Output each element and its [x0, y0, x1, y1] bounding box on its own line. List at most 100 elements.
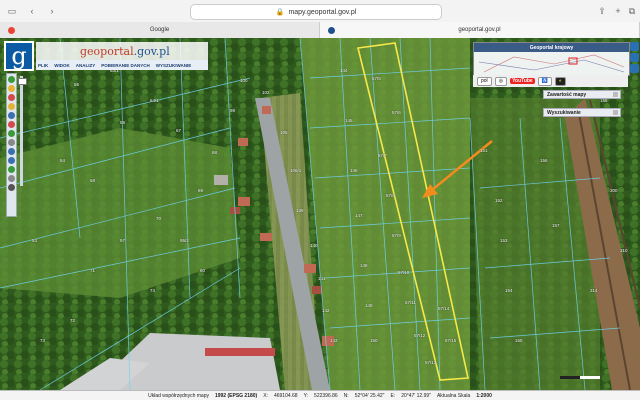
parcel-number: 57/7	[378, 153, 387, 158]
tab-bar: Google geoportal.gov.pl	[0, 22, 640, 39]
parcel-number: 148	[360, 263, 368, 268]
latitude: 52°04' 25.42"	[354, 393, 385, 399]
language-select[interactable]: pol	[477, 76, 492, 86]
zoom-slider[interactable]	[18, 76, 27, 186]
accessibility-icon[interactable]: ♿	[537, 76, 552, 86]
overview-thumbnail	[474, 52, 629, 75]
forward-icon[interactable]: ›	[44, 3, 60, 19]
overview-map[interactable]: Geoportal krajowy	[473, 42, 630, 76]
parcel-number: 106/1	[290, 168, 302, 173]
social-icon[interactable]: ◎	[494, 76, 508, 86]
building	[214, 175, 228, 185]
zoom-slider-knob[interactable]	[18, 78, 27, 85]
parcel-number: 57/8	[386, 193, 395, 198]
parcel-number: 72	[70, 318, 76, 323]
search-icon[interactable]	[629, 53, 639, 62]
panel-toggle-icon[interactable]	[613, 110, 618, 115]
crs-value: 1992 (EPSG 2180)	[214, 393, 258, 399]
parcel-number: 155	[515, 338, 523, 343]
browser-toolbar: ▭ ‹ › 🔒 mapy.geoportal.gov.pl ⇪ + ⧉	[0, 0, 640, 23]
building	[262, 106, 271, 114]
share-map-icon[interactable]	[8, 175, 15, 182]
measure-icon[interactable]	[8, 94, 15, 101]
menu-item-widok[interactable]: WIDOK	[54, 63, 70, 68]
parcel-number: 150	[370, 338, 378, 343]
panel-layers[interactable]: Zawartość mapy	[543, 90, 621, 99]
parcel-number: 156	[540, 158, 548, 163]
parcel-number: 154	[505, 288, 513, 293]
parcel-number: 105	[280, 130, 288, 135]
marker-icon[interactable]	[8, 121, 15, 128]
menu-item-wyszukiwanie[interactable]: WYSZUKIWANIE	[156, 63, 192, 68]
zoom-in-icon[interactable]	[8, 148, 15, 155]
menu-item-analizy[interactable]: ANALIZY	[76, 63, 96, 68]
parcel-number: 139	[296, 208, 304, 213]
parcel-number: 57/14	[438, 306, 450, 311]
menu-item-plik[interactable]: PLIK	[38, 63, 48, 68]
menu-item-pobieranie-danych[interactable]: POBIERANIE DANYCH	[101, 63, 150, 68]
parcel-number: 98	[230, 108, 236, 113]
parcel-number: 64/1	[150, 98, 159, 103]
building	[312, 286, 322, 294]
parcel-number: 73	[40, 338, 46, 343]
print-icon[interactable]	[8, 112, 15, 119]
red-roof-stripe	[205, 348, 275, 356]
longitude: 20°47' 12.99"	[401, 393, 431, 399]
info-icon[interactable]	[8, 85, 15, 92]
scale-label: Aktualna Skala	[436, 393, 471, 399]
right-toolbar: pol ◎ YouTube ♿ ◐	[473, 75, 628, 87]
building	[238, 197, 250, 206]
draw-icon[interactable]	[8, 103, 15, 110]
panel-search[interactable]: Wyszukiwanie	[543, 108, 621, 117]
parcel-number: 69	[198, 188, 204, 193]
zoom-out-icon[interactable]	[8, 157, 15, 164]
status-bar: Układ współrzędnych mapy 1992 (EPSG 2180…	[0, 390, 640, 400]
panel-toggle-icon[interactable]	[613, 92, 618, 97]
geoportal-favicon-icon	[328, 26, 335, 34]
parcel-number: 56	[74, 82, 80, 87]
youtube-button[interactable]: YouTube	[510, 78, 535, 84]
parcel-number: 57/13	[425, 360, 437, 365]
parcel-number: 95/2	[180, 238, 189, 243]
right-side-buttons	[628, 42, 640, 102]
geoportal-brand: geoportal .gov.pl	[36, 42, 208, 60]
tab-geoportal[interactable]: geoportal.gov.pl	[319, 22, 640, 38]
back-icon[interactable]: ‹	[24, 3, 40, 19]
parcel-number: 54	[60, 158, 66, 163]
parcel-number: 55	[120, 120, 126, 125]
parcel-number: 57/12	[414, 333, 426, 338]
share-icon[interactable]: ⇪	[594, 3, 610, 19]
help-icon[interactable]	[8, 184, 15, 191]
settings-icon[interactable]	[8, 139, 15, 146]
parcel-number: 144	[340, 68, 348, 73]
pan-icon[interactable]	[8, 76, 15, 83]
parcel-number: 140	[310, 243, 318, 248]
scale-bar	[560, 376, 600, 379]
sidebar-icon[interactable]: ▭	[4, 3, 20, 19]
parcel-number: 100	[240, 78, 248, 83]
n-label: N:	[343, 393, 349, 399]
globe-icon[interactable]	[8, 166, 15, 173]
parcel-number: 53	[32, 238, 38, 243]
parcel-number: 151	[480, 148, 488, 153]
brand-gov: .gov.pl	[133, 44, 170, 58]
legend-icon[interactable]	[629, 64, 639, 73]
logo-letter: g	[11, 42, 27, 70]
parcel-number: 152	[495, 198, 503, 203]
parcel-number: 57/5	[372, 76, 381, 81]
tab-label: geoportal.gov.pl	[458, 27, 501, 33]
e-label: E:	[390, 393, 396, 399]
address-bar[interactable]: 🔒 mapy.geoportal.gov.pl	[190, 4, 442, 20]
parcel-number: 68	[212, 150, 218, 155]
layers-icon[interactable]	[629, 42, 639, 51]
geoportal-logo[interactable]: g	[4, 41, 34, 71]
contrast-icon[interactable]: ◐	[554, 76, 566, 86]
tabs-overview-icon[interactable]: ⧉	[624, 3, 640, 19]
layers-icon[interactable]	[8, 130, 15, 137]
building	[238, 138, 248, 146]
parcel-number: 102	[262, 90, 270, 95]
lock-icon: 🔒	[275, 9, 285, 16]
parcel-number: 71	[90, 268, 96, 273]
google-favicon-icon	[8, 26, 15, 34]
tab-google[interactable]: Google	[0, 22, 319, 38]
